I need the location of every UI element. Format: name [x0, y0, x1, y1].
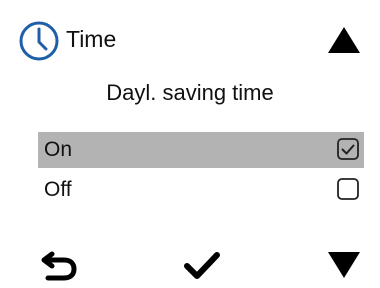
back-arrow-icon[interactable]: [40, 248, 78, 282]
triangle-down-icon: [328, 252, 360, 278]
page-subtitle: Dayl. saving time: [106, 80, 274, 105]
triangle-up-icon: [328, 27, 360, 53]
screen: Time Dayl. saving time On Off: [0, 0, 380, 288]
header: Time: [0, 0, 380, 78]
option-label: Off: [44, 178, 72, 201]
checkmark-icon[interactable]: [183, 247, 221, 283]
scroll-down-button[interactable]: [326, 250, 362, 280]
clock-icon: [19, 21, 59, 61]
checkbox-unchecked-icon[interactable]: [336, 177, 360, 201]
scroll-up-button[interactable]: [326, 25, 362, 55]
header-title: Time: [66, 26, 117, 52]
option-on[interactable]: On: [38, 132, 364, 168]
option-label: On: [44, 138, 73, 161]
option-off[interactable]: Off: [38, 172, 364, 208]
option-list: On Off: [38, 132, 364, 208]
checkbox-checked-icon[interactable]: [336, 137, 360, 161]
